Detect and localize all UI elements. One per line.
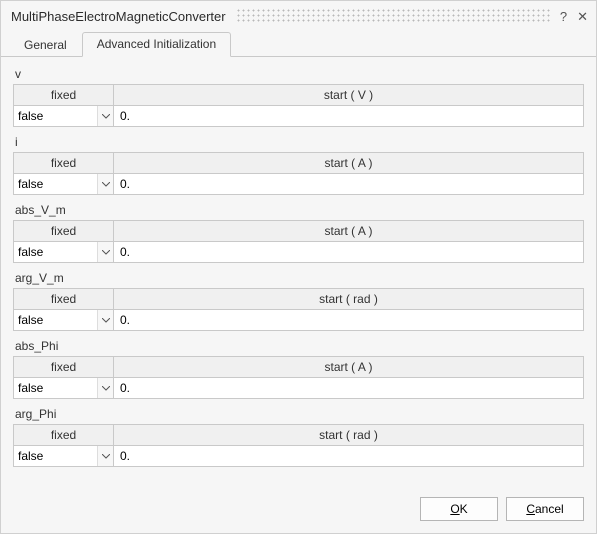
start-cell xyxy=(114,106,583,126)
field-headers: fixedstart ( A ) xyxy=(13,356,584,378)
fixed-cell: falsetrue xyxy=(14,378,114,398)
column-header-start: start ( V ) xyxy=(114,85,583,105)
field-label: v xyxy=(13,67,584,81)
column-header-start: start ( rad ) xyxy=(114,425,583,445)
field-block-abs_Phi: abs_Phifixedstart ( A )falsetrue xyxy=(13,339,584,399)
dialog-title: MultiPhaseElectroMagneticConverter xyxy=(11,9,226,24)
column-header-fixed: fixed xyxy=(14,425,114,445)
fixed-select[interactable]: falsetrue xyxy=(14,174,113,194)
field-row: falsetrue xyxy=(13,106,584,127)
fixed-cell: falsetrue xyxy=(14,242,114,262)
fixed-dropdown-wrap: falsetrue xyxy=(14,106,113,126)
start-cell xyxy=(114,378,583,398)
fixed-select[interactable]: falsetrue xyxy=(14,242,113,262)
start-input[interactable] xyxy=(114,378,583,398)
column-header-fixed: fixed xyxy=(14,289,114,309)
button-bar: OK Cancel xyxy=(1,489,596,533)
field-row: falsetrue xyxy=(13,446,584,467)
title-actions: ? ✕ xyxy=(560,10,588,23)
start-cell xyxy=(114,242,583,262)
fixed-dropdown-wrap: falsetrue xyxy=(14,446,113,466)
field-row: falsetrue xyxy=(13,242,584,263)
start-cell xyxy=(114,446,583,466)
field-block-arg_V_m: arg_V_mfixedstart ( rad )falsetrue xyxy=(13,271,584,331)
column-header-start: start ( rad ) xyxy=(114,289,583,309)
start-input[interactable] xyxy=(114,242,583,262)
ok-button[interactable]: OK xyxy=(420,497,498,521)
titlebar-drag-region[interactable] xyxy=(236,8,550,24)
field-row: falsetrue xyxy=(13,310,584,331)
fixed-dropdown-wrap: falsetrue xyxy=(14,242,113,262)
tab-content: vfixedstart ( V )falsetrueifixedstart ( … xyxy=(1,57,596,489)
start-input[interactable] xyxy=(114,174,583,194)
field-label: abs_Phi xyxy=(13,339,584,353)
field-label: arg_Phi xyxy=(13,407,584,421)
fixed-select[interactable]: falsetrue xyxy=(14,446,113,466)
help-icon[interactable]: ? xyxy=(560,10,567,23)
fixed-cell: falsetrue xyxy=(14,174,114,194)
field-headers: fixedstart ( V ) xyxy=(13,84,584,106)
column-header-fixed: fixed xyxy=(14,85,114,105)
start-input[interactable] xyxy=(114,106,583,126)
column-header-start: start ( A ) xyxy=(114,221,583,241)
start-input[interactable] xyxy=(114,446,583,466)
field-headers: fixedstart ( A ) xyxy=(13,220,584,242)
fixed-cell: falsetrue xyxy=(14,310,114,330)
field-headers: fixedstart ( A ) xyxy=(13,152,584,174)
start-cell xyxy=(114,310,583,330)
column-header-fixed: fixed xyxy=(14,221,114,241)
field-row: falsetrue xyxy=(13,378,584,399)
dialog: MultiPhaseElectroMagneticConverter ? ✕ G… xyxy=(0,0,597,534)
column-header-fixed: fixed xyxy=(14,357,114,377)
field-block-arg_Phi: arg_Phifixedstart ( rad )falsetrue xyxy=(13,407,584,467)
start-cell xyxy=(114,174,583,194)
fixed-dropdown-wrap: falsetrue xyxy=(14,310,113,330)
tab-bar: General Advanced Initialization xyxy=(1,31,596,57)
tab-general[interactable]: General xyxy=(9,33,82,57)
fixed-cell: falsetrue xyxy=(14,446,114,466)
field-label: abs_V_m xyxy=(13,203,584,217)
start-input[interactable] xyxy=(114,310,583,330)
field-headers: fixedstart ( rad ) xyxy=(13,424,584,446)
tab-advanced-initialization[interactable]: Advanced Initialization xyxy=(82,32,231,57)
column-header-start: start ( A ) xyxy=(114,153,583,173)
field-label: arg_V_m xyxy=(13,271,584,285)
column-header-fixed: fixed xyxy=(14,153,114,173)
cancel-button[interactable]: Cancel xyxy=(506,497,584,521)
fixed-select[interactable]: falsetrue xyxy=(14,310,113,330)
fixed-cell: falsetrue xyxy=(14,106,114,126)
fixed-select[interactable]: falsetrue xyxy=(14,106,113,126)
fixed-select[interactable]: falsetrue xyxy=(14,378,113,398)
field-label: i xyxy=(13,135,584,149)
field-row: falsetrue xyxy=(13,174,584,195)
close-icon[interactable]: ✕ xyxy=(577,10,588,23)
column-header-start: start ( A ) xyxy=(114,357,583,377)
field-headers: fixedstart ( rad ) xyxy=(13,288,584,310)
field-block-v: v fixedstart ( V )falsetrue xyxy=(13,67,584,127)
titlebar: MultiPhaseElectroMagneticConverter ? ✕ xyxy=(1,1,596,29)
fixed-dropdown-wrap: falsetrue xyxy=(14,378,113,398)
fixed-dropdown-wrap: falsetrue xyxy=(14,174,113,194)
field-block-abs_V_m: abs_V_mfixedstart ( A )falsetrue xyxy=(13,203,584,263)
field-block-i: i fixedstart ( A )falsetrue xyxy=(13,135,584,195)
